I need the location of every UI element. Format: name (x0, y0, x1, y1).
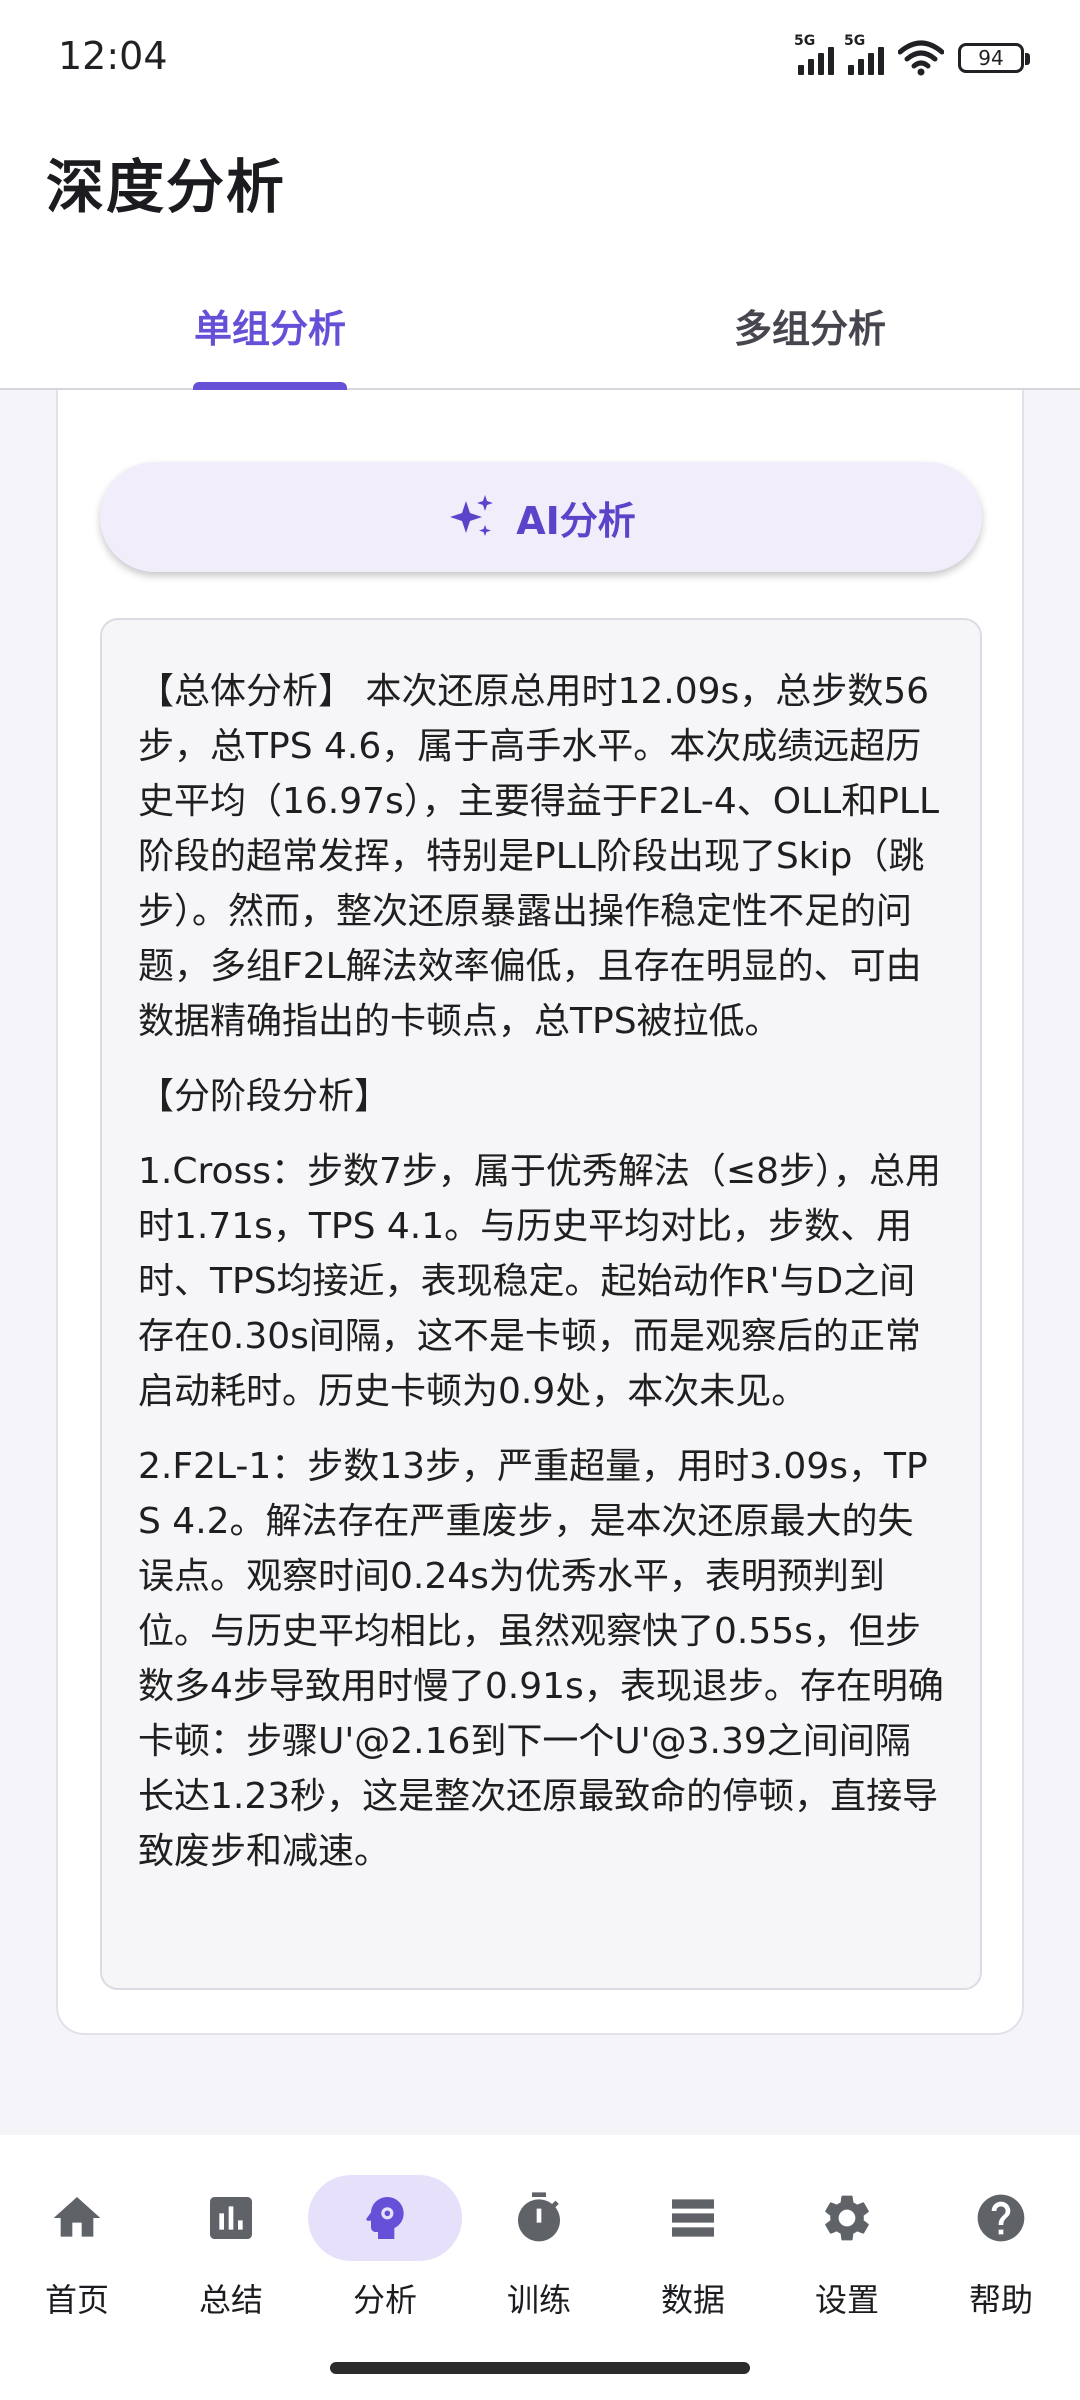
home-icon (53, 2197, 101, 2237)
nav-item-help[interactable]: 帮助 (924, 2175, 1078, 2345)
analysis-paragraph: 1.Cross：步数7步，属于优秀解法（≤8步），总用时1.71s，TPS 4.… (138, 1151, 942, 1412)
network-type-label: 5G (794, 33, 816, 49)
analysis-card: AI分析 【总体分析】 本次还原总用时12.09s，总步数56步，总TPS 4.… (56, 390, 1024, 2035)
sparkle-icon (450, 495, 494, 536)
status-time: 12:04 (58, 34, 168, 78)
cellular-signal-icon: 5G (794, 33, 834, 75)
analysis-paragraph: 【分阶段分析】 (138, 1076, 391, 1117)
bottom-navigation: 首页 总结 分析 训练 数据 设置 帮助 (0, 2135, 1080, 2400)
wifi-icon (898, 40, 944, 76)
cellular-signal-icon: 5G (844, 33, 884, 75)
network-type-label: 5G (844, 33, 866, 49)
nav-item-data[interactable]: 数据 (616, 2175, 770, 2345)
nav-label: 帮助 (968, 2281, 1033, 2319)
ai-analysis-button[interactable]: AI分析 (100, 462, 982, 572)
chart-icon (210, 2197, 252, 2239)
nav-label: 训练 (506, 2281, 571, 2319)
tab-multi-group-analysis[interactable]: 多组分析 (540, 260, 1080, 390)
status-bar: 12:04 5G 5G 94 (0, 0, 1080, 120)
nav-label: 首页 (44, 2281, 109, 2319)
home-indicator[interactable] (330, 2362, 750, 2374)
analysis-paragraph: 2.F2L-1：步数13步，严重超量，用时3.09s，TPS 4.2。解法存在严… (138, 1446, 944, 1872)
brain-icon (366, 2197, 404, 2239)
battery-icon: 94 (958, 43, 1030, 73)
ai-analysis-label: AI分析 (516, 498, 636, 543)
tab-bar: 单组分析 多组分析 (0, 260, 1080, 390)
nav-item-settings[interactable]: 设置 (770, 2175, 924, 2345)
timer-icon (518, 2192, 560, 2242)
tab-single-group-analysis[interactable]: 单组分析 (0, 260, 540, 390)
status-icons: 5G 5G 94 (794, 33, 1030, 78)
nav-item-summary[interactable]: 总结 (154, 2175, 308, 2345)
help-icon (977, 2194, 1025, 2242)
nav-item-home[interactable]: 首页 (0, 2175, 154, 2345)
nav-label: 设置 (814, 2281, 879, 2319)
nav-label: 数据 (660, 2281, 725, 2319)
analysis-paragraph: 【总体分析】 本次还原总用时12.09s，总步数56步，总TPS 4.6，属于高… (138, 671, 940, 1042)
gear-icon (825, 2195, 869, 2241)
content-area[interactable]: AI分析 【总体分析】 本次还原总用时12.09s，总步数56步，总TPS 4.… (0, 390, 1080, 2135)
nav-item-training[interactable]: 训练 (462, 2175, 616, 2345)
list-icon (672, 2199, 714, 2237)
nav-label: 总结 (198, 2281, 263, 2319)
nav-item-analysis[interactable]: 分析 (308, 2175, 462, 2345)
nav-label: 分析 (352, 2281, 417, 2319)
tab-active-indicator (193, 382, 347, 390)
analysis-text-box[interactable]: 【总体分析】 本次还原总用时12.09s，总步数56步，总TPS 4.6，属于高… (100, 618, 982, 1990)
page-title: 深度分析 (46, 153, 287, 221)
